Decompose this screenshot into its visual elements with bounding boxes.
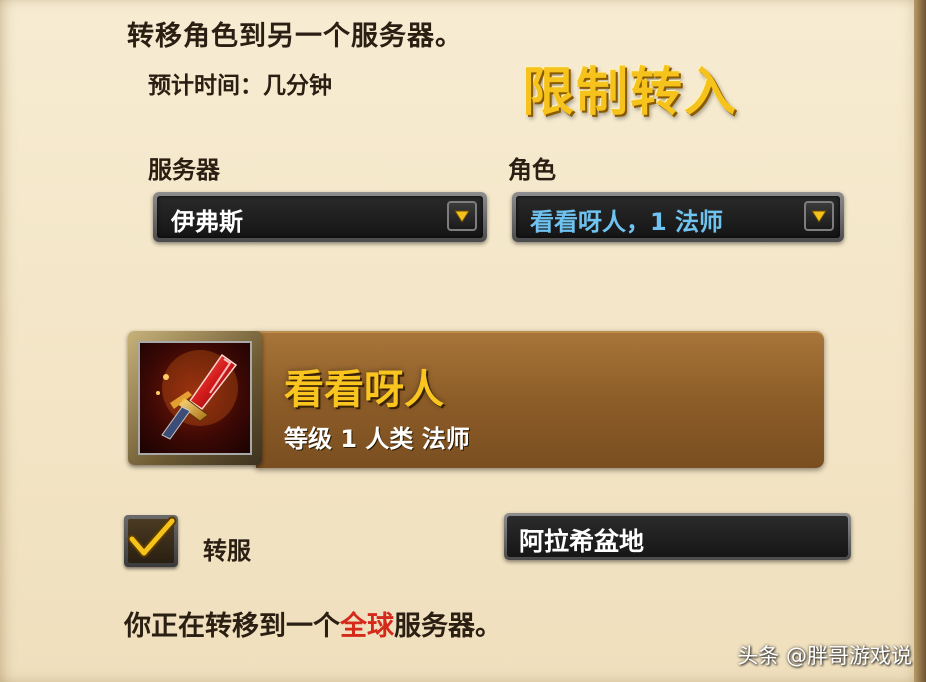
transfer-notice: 你正在转移到一个全球服务器。 [124,604,502,643]
checkmark-icon [127,516,177,558]
character-dropdown-value: 看看呀人，1 法师 [530,208,724,236]
destination-realm-value: 阿拉希盆地 [519,527,645,556]
server-dropdown-value: 伊弗斯 [171,208,243,236]
character-dropdown[interactable]: 看看呀人，1 法师 [512,192,844,242]
destination-realm-field[interactable]: 阿拉希盆地 [504,513,851,560]
restriction-notice: 限制转入 [522,63,739,123]
chevron-down-icon[interactable] [804,201,834,231]
server-label: 服务器 [148,156,220,184]
transfer-checkbox-label: 转服 [203,537,251,565]
red-crystal-dagger-icon [156,350,238,440]
estimated-time: 预计时间：几分钟 [148,73,332,99]
character-label: 角色 [508,156,556,184]
chevron-down-icon[interactable] [447,201,477,231]
character-portrait [128,331,262,465]
character-card[interactable]: 看看呀人 等级 1 人类 法师 [128,331,824,468]
transfer-notice-text-end: 服务器。 [394,611,502,642]
server-dropdown[interactable]: 伊弗斯 [153,192,487,242]
page-title: 转移角色到另一个服务器。 [127,21,463,52]
character-info: 等级 1 人类 法师 [284,425,470,453]
transfer-notice-highlight: 全球 [340,611,394,642]
transfer-notice-text: 你正在转移到一个 [124,611,340,642]
watermark: 头条 @胖哥游戏说 [737,644,912,668]
character-name: 看看呀人 [284,367,444,413]
transfer-checkbox[interactable] [124,515,178,567]
panel-edge [914,0,926,682]
